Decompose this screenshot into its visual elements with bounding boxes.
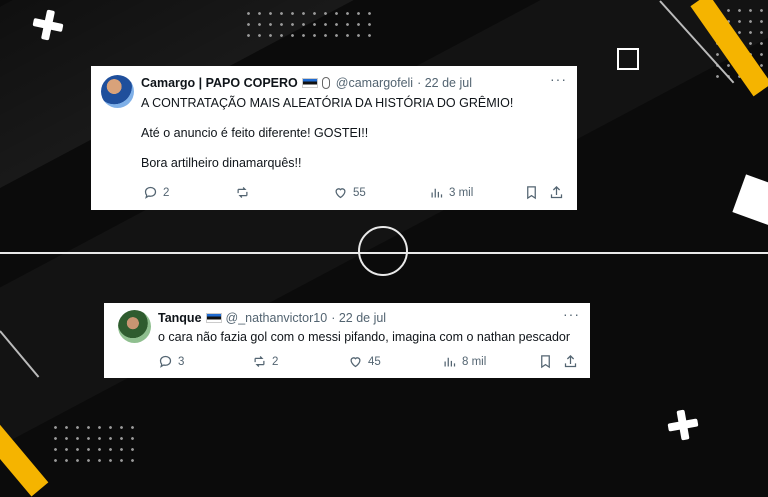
share-icon <box>564 354 577 368</box>
user-handle[interactable]: @_nathanvictor10 <box>226 311 328 325</box>
bookmark-icon <box>541 355 550 369</box>
flag-icon <box>301 78 318 88</box>
bookmark-button[interactable] <box>538 354 558 369</box>
reply-button[interactable]: 2 <box>143 185 169 200</box>
plus-icon <box>666 408 701 443</box>
bookmark-icon <box>527 186 536 200</box>
retweet-button[interactable]: 2 <box>252 354 278 369</box>
tweet-line: Bora artilheiro dinamarquês!! <box>141 156 302 170</box>
like-count: 45 <box>368 355 381 368</box>
share-button[interactable] <box>563 354 583 369</box>
retweet-icon <box>254 356 265 367</box>
tweet-card[interactable]: Camargo | PAPO COPERO @camargofeli · 22 … <box>91 66 577 210</box>
reply-icon <box>159 355 172 368</box>
tweet-text: A CONTRATAÇÃO MAIS ALEATÓRIA DA HISTÓRIA… <box>141 96 513 171</box>
field-center-circle <box>358 226 408 276</box>
tweet-header: Camargo | PAPO COPERO @camargofeli · 22 … <box>141 76 472 90</box>
like-button[interactable]: 55 <box>333 185 366 200</box>
plus-icon <box>30 7 66 43</box>
like-button[interactable]: 45 <box>348 354 381 369</box>
microphone-icon <box>321 77 330 89</box>
tweet-line: Até o anuncio é feito diferente! GOSTEI!… <box>141 126 369 140</box>
share-button[interactable] <box>549 185 569 200</box>
reply-icon <box>144 186 157 199</box>
square-outline-icon <box>617 48 639 70</box>
flag-icon <box>205 313 222 323</box>
display-name[interactable]: Tanque <box>158 311 202 325</box>
tweet-text: o cara não fazia gol com o messi pifando… <box>158 330 570 345</box>
view-count: 8 mil <box>462 355 487 368</box>
bookmark-button[interactable] <box>524 185 544 200</box>
like-count: 55 <box>353 186 366 199</box>
reply-count: 3 <box>178 355 185 368</box>
dot-pattern <box>50 422 136 462</box>
display-name[interactable]: Camargo | PAPO COPERO <box>141 76 298 90</box>
tweet-header: Tanque @_nathanvictor10 · 22 de jul <box>158 311 386 325</box>
dot-pattern <box>243 8 373 44</box>
avatar[interactable] <box>101 75 134 108</box>
heart-icon <box>350 357 361 368</box>
reply-button[interactable]: 3 <box>158 354 184 369</box>
tweet-date[interactable]: · 22 de jul <box>417 76 472 90</box>
retweet-icon <box>237 187 248 198</box>
views-button[interactable]: 8 mil <box>442 354 486 369</box>
avatar[interactable] <box>118 310 151 343</box>
heart-icon <box>335 188 346 199</box>
retweet-button[interactable] <box>235 185 255 200</box>
views-chart-icon <box>444 357 456 367</box>
tweet-card[interactable]: Tanque @_nathanvictor10 · 22 de jul ··· … <box>104 303 590 378</box>
retweet-count: 2 <box>272 355 279 368</box>
white-shape <box>732 174 768 226</box>
user-handle[interactable]: @camargofeli <box>336 76 413 90</box>
share-icon <box>550 185 563 199</box>
views-button[interactable]: 3 mil <box>429 185 473 200</box>
tweet-line: o cara não fazia gol com o messi pifando… <box>158 330 571 344</box>
more-options-icon[interactable]: ··· <box>563 306 580 322</box>
view-count: 3 mil <box>449 186 474 199</box>
more-options-icon[interactable]: ··· <box>550 71 567 87</box>
reply-count: 2 <box>163 186 170 199</box>
tweet-line: A CONTRATAÇÃO MAIS ALEATÓRIA DA HISTÓRIA… <box>141 96 514 110</box>
views-chart-icon <box>431 188 443 198</box>
tweet-date[interactable]: · 22 de jul <box>331 311 386 325</box>
